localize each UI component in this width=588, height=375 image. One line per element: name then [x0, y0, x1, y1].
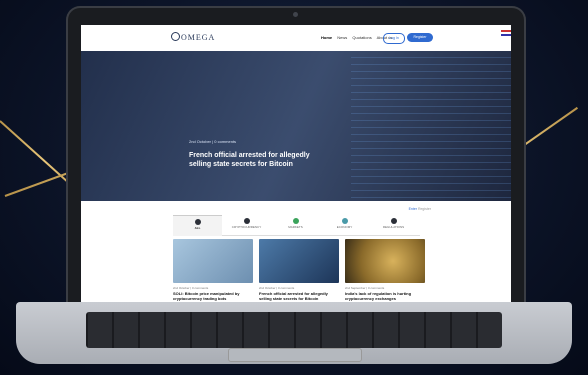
register-link[interactable]: Register: [418, 207, 431, 211]
code-background: [351, 51, 511, 201]
news-card-meta: 2nd October | 0 comments: [173, 286, 209, 290]
tab-economy-icon: [341, 218, 348, 224]
trackpad: [228, 348, 362, 362]
tab-regulations[interactable]: REGULATIONS: [369, 215, 418, 235]
tab-regulations-label: REGULATIONS: [382, 225, 405, 229]
tab-economy[interactable]: ECONOMY: [320, 215, 369, 235]
news-card[interactable]: 2nd October | 0 comments French official…: [259, 239, 339, 301]
site-logo[interactable]: OMEGA: [171, 32, 215, 42]
tab-all-icon: [194, 219, 201, 225]
omega-logo-icon: [171, 32, 180, 41]
enter-link[interactable]: Enter: [409, 207, 417, 211]
news-card-image: [259, 239, 339, 283]
news-section: Enter Register ALL CRYPTOCURRENCY MARKET…: [81, 201, 511, 303]
laptop-lid: OMEGA Home News Quotations About us Log …: [66, 6, 526, 316]
news-card-image: [345, 239, 425, 283]
laptop-screen: OMEGA Home News Quotations About us Log …: [81, 25, 511, 303]
news-card-title[interactable]: French official arrested for allegedly s…: [259, 291, 339, 301]
keyboard: [86, 312, 502, 348]
register-button[interactable]: Register: [407, 33, 433, 42]
tab-cryptocurrency-icon: [243, 218, 250, 224]
news-card-title[interactable]: India's lack of regulation is hurting cr…: [345, 291, 425, 301]
news-card[interactable]: 2nd October | 0 comments SOLI: Bitcoin p…: [173, 239, 253, 301]
tab-markets-icon: [292, 218, 299, 224]
login-button[interactable]: Log In: [383, 33, 405, 44]
site-header: OMEGA Home News Quotations About us Log …: [81, 25, 511, 51]
tab-all-label: ALL: [194, 226, 201, 230]
menu-home[interactable]: Home: [321, 35, 332, 40]
news-card-image: [173, 239, 253, 283]
hero-title[interactable]: French official arrested for allegedly s…: [189, 151, 319, 169]
webcam: [293, 12, 298, 17]
site-logo-text: OMEGA: [181, 33, 216, 42]
auth-links: Enter Register: [409, 207, 431, 211]
news-card-meta: 2nd September | 0 comments: [345, 286, 385, 290]
laptop-keyboard-deck: [16, 302, 572, 364]
news-card-title[interactable]: SOLI: Bitcoin price manipulated by crypt…: [173, 291, 253, 301]
tab-economy-label: ECONOMY: [336, 225, 353, 229]
menu-news[interactable]: News: [337, 35, 347, 40]
menu-quotations[interactable]: Quotations: [352, 35, 371, 40]
category-tabs: ALL CRYPTOCURRENCY MARKETS ECONOMY REGUL…: [173, 215, 420, 236]
tab-cryptocurrency[interactable]: CRYPTOCURRENCY: [222, 215, 271, 235]
language-flag-icon[interactable]: [501, 30, 511, 36]
tab-all[interactable]: ALL: [173, 215, 222, 236]
tab-regulations-icon: [390, 218, 397, 224]
tab-markets[interactable]: MARKETS: [271, 215, 320, 235]
hero-meta: 2nd October | 0 comments: [189, 139, 237, 144]
news-card-meta: 2nd October | 0 comments: [259, 286, 295, 290]
hero-banner[interactable]: 2nd October | 0 comments French official…: [81, 51, 511, 201]
tab-cryptocurrency-label: CRYPTOCURRENCY: [231, 225, 262, 229]
news-card[interactable]: 2nd September | 0 comments India's lack …: [345, 239, 425, 301]
tab-markets-label: MARKETS: [288, 225, 303, 229]
